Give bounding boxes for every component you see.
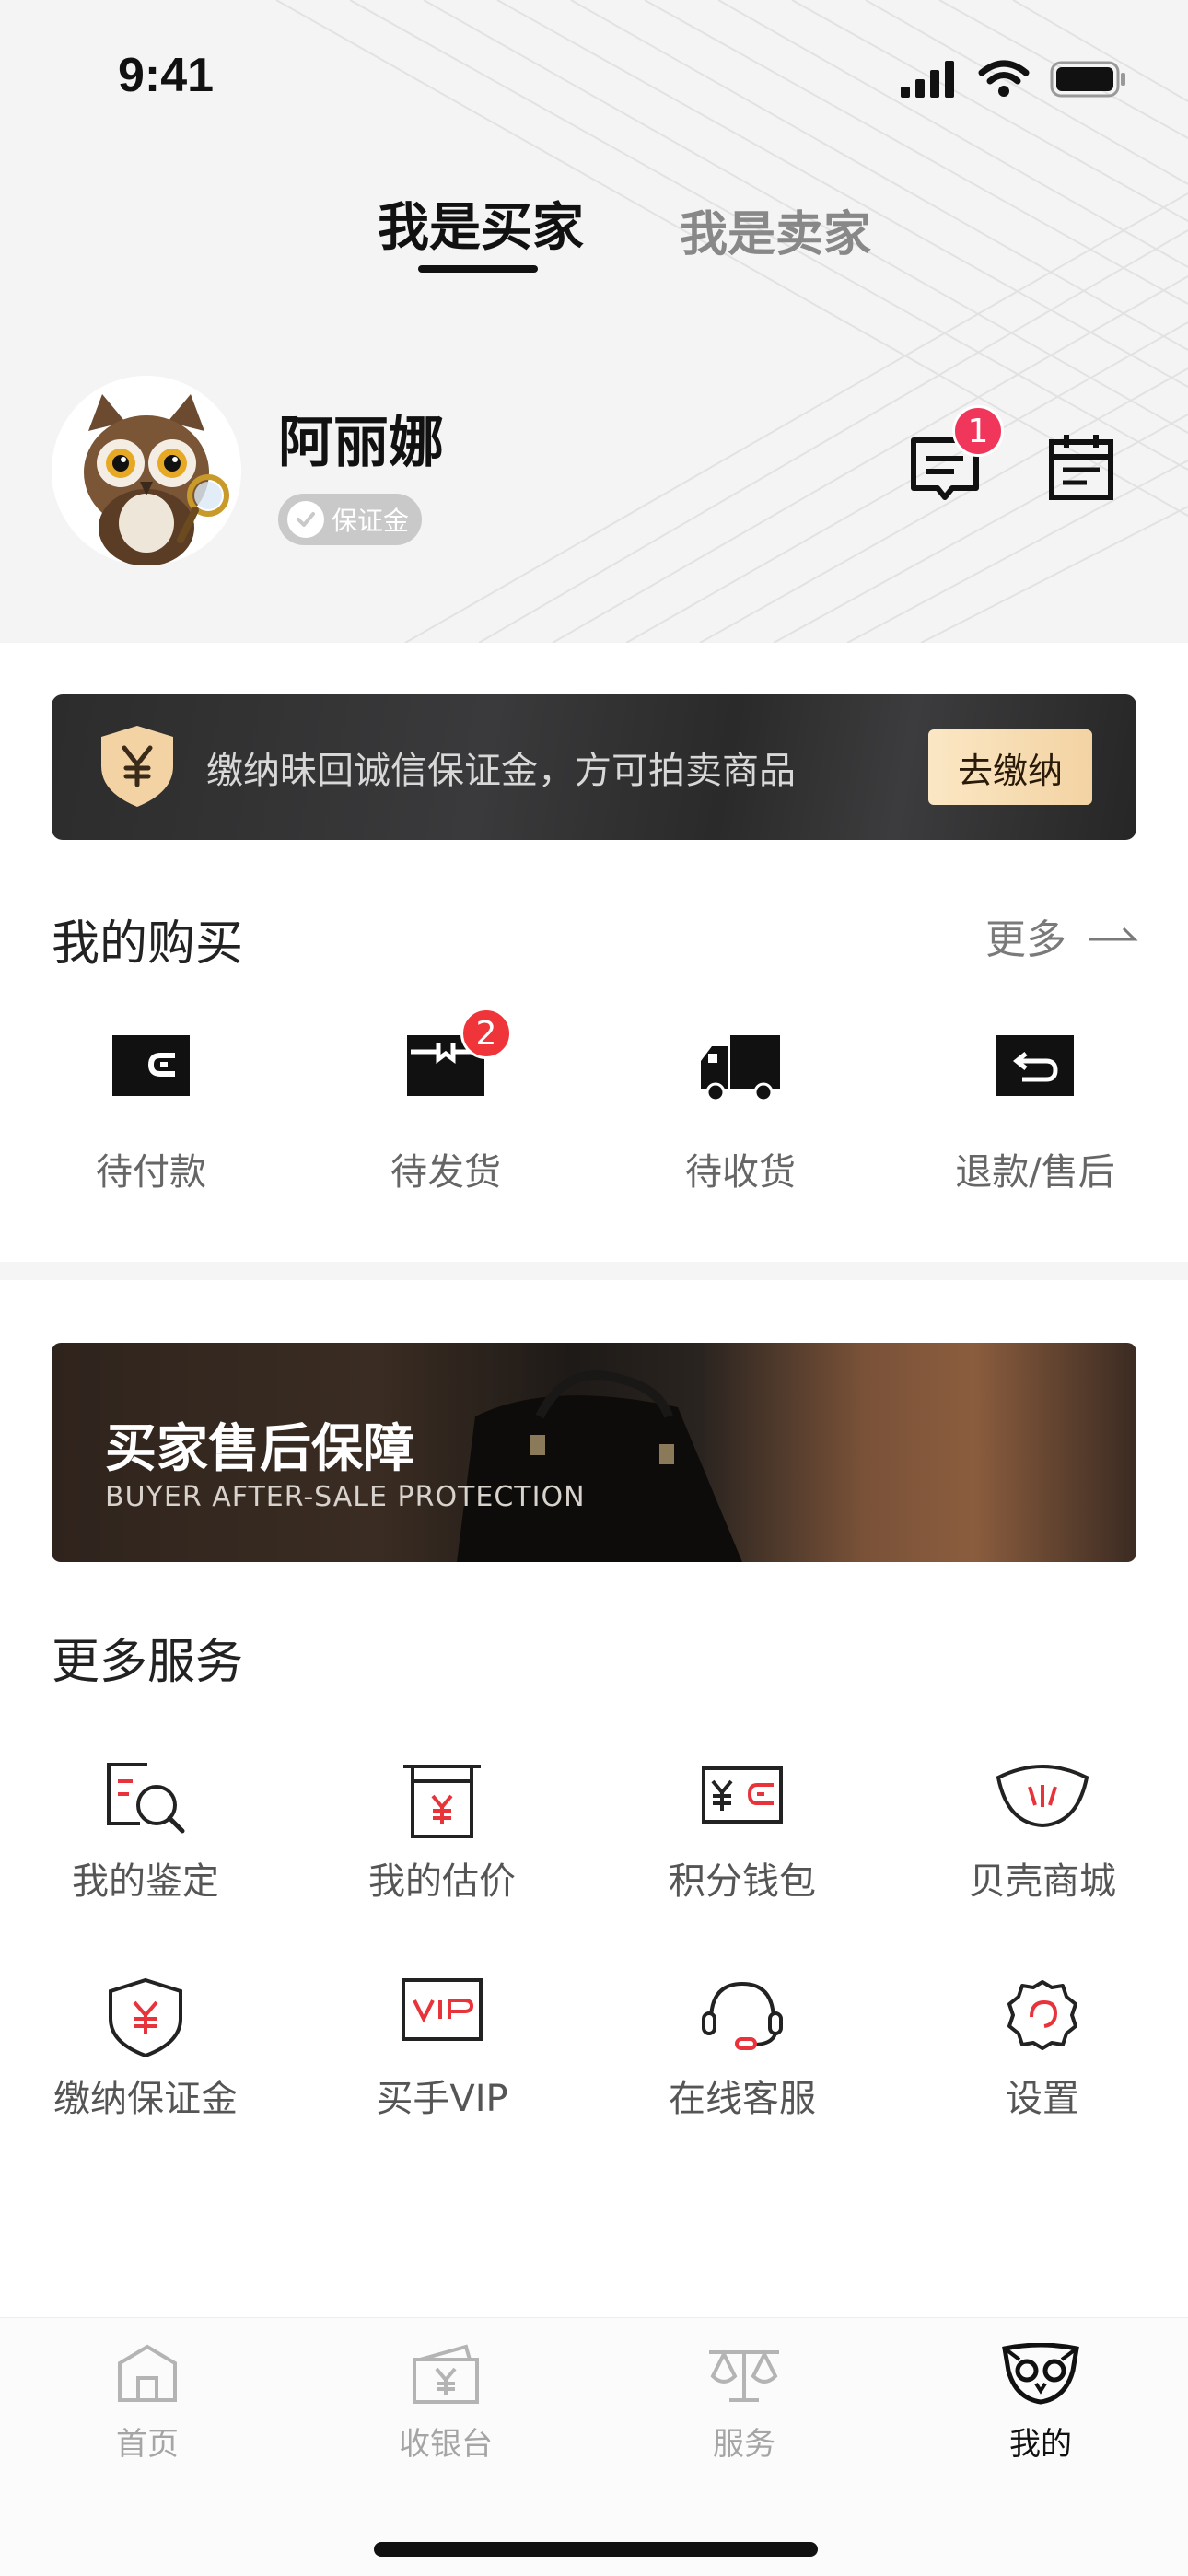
calendar-icon[interactable] bbox=[1046, 431, 1120, 505]
home-indicator[interactable] bbox=[374, 2542, 818, 2557]
tabbar-label: 收银台 bbox=[399, 2426, 493, 2463]
purchase-item-pending-receipt[interactable]: 待收货 bbox=[639, 1033, 842, 1199]
tab-seller[interactable]: 我是卖家 bbox=[680, 195, 871, 264]
section-divider bbox=[0, 1262, 1188, 1280]
deposit-banner-text: 缴纳昧回诚信保证金，方可拍卖商品 bbox=[206, 750, 796, 792]
service-settings[interactable]: 设置 bbox=[923, 1976, 1162, 2124]
purchase-item-pending-payment[interactable]: 待付款 bbox=[50, 1033, 252, 1199]
service-label: 积分钱包 bbox=[669, 1860, 816, 1903]
deposit-banner[interactable]: 缴纳昧回诚信保证金，方可拍卖商品 去缴纳 bbox=[52, 694, 1136, 840]
wifi-icon bbox=[978, 60, 1030, 97]
arrow-right-icon[interactable] bbox=[1087, 923, 1138, 945]
service-appraisal[interactable]: 我的鉴定 bbox=[26, 1759, 265, 1906]
return-icon bbox=[996, 1035, 1074, 1096]
service-deposit[interactable]: 缴纳保证金 bbox=[26, 1976, 265, 2124]
valuation-icon bbox=[403, 1765, 481, 1838]
signal-icon bbox=[901, 61, 954, 98]
scale-icon bbox=[709, 2349, 779, 2402]
battery-icon bbox=[1050, 61, 1125, 98]
service-shell-mall[interactable]: 贝壳商城 bbox=[923, 1759, 1162, 1906]
owl-avatar-icon bbox=[52, 376, 241, 565]
status-icons bbox=[901, 59, 1127, 99]
tabbar-label: 我的 bbox=[1009, 2426, 1072, 2463]
pending-shipment-count-badge: 2 bbox=[460, 1008, 512, 1059]
purchases-more-link[interactable]: 更多 bbox=[985, 906, 1066, 965]
deposit-shield-icon bbox=[109, 1977, 182, 2057]
cashier-icon bbox=[413, 2344, 479, 2404]
purchase-item-label: 待收货 bbox=[685, 1151, 796, 1194]
status-time: 9:41 bbox=[118, 49, 215, 102]
service-label: 设置 bbox=[1006, 2078, 1079, 2120]
service-label: 贝壳商城 bbox=[969, 1860, 1116, 1903]
tabbar-label: 首页 bbox=[116, 2426, 179, 2463]
protection-title: 买家售后保障 bbox=[105, 1418, 414, 1479]
verified-check-icon bbox=[287, 501, 324, 538]
settings-icon bbox=[1007, 1980, 1077, 2050]
service-valuation[interactable]: 我的估价 bbox=[322, 1759, 562, 1906]
service-label: 缴纳保证金 bbox=[53, 2078, 238, 2120]
headset-icon bbox=[702, 1981, 783, 2050]
tabbar-item-services[interactable]: 服务 bbox=[652, 2343, 836, 2463]
tabbar-label: 服务 bbox=[713, 2426, 775, 2463]
service-customer-support[interactable]: 在线客服 bbox=[623, 1976, 862, 2124]
message-count-badge: 1 bbox=[952, 405, 1004, 457]
avatar[interactable] bbox=[52, 376, 241, 565]
services-section-title: 更多服务 bbox=[52, 1635, 244, 1690]
tab-buyer[interactable]: 我是买家 bbox=[378, 186, 584, 261]
purchase-item-label: 退款/售后 bbox=[955, 1151, 1115, 1194]
pay-deposit-button[interactable]: 去缴纳 bbox=[928, 729, 1092, 805]
deposit-badge: 保证金 bbox=[278, 494, 422, 545]
wallet-icon bbox=[112, 1035, 190, 1096]
yuan-shield-icon bbox=[101, 726, 173, 807]
service-label: 我的鉴定 bbox=[72, 1860, 219, 1903]
service-vip[interactable]: 买手VIP bbox=[322, 1976, 562, 2124]
tabbar-item-cashier[interactable]: 收银台 bbox=[354, 2343, 538, 2463]
deposit-badge-label: 保证金 bbox=[332, 506, 410, 536]
handbag-image bbox=[457, 1370, 742, 1562]
tab-active-indicator bbox=[418, 265, 538, 273]
tabbar-item-home[interactable]: 首页 bbox=[55, 2343, 239, 2463]
service-points-wallet[interactable]: 积分钱包 bbox=[623, 1759, 862, 1906]
service-label: 在线客服 bbox=[669, 2078, 816, 2120]
tabbar-item-mine[interactable]: 我的 bbox=[949, 2343, 1133, 2463]
user-name: 阿丽娜 bbox=[278, 411, 444, 475]
appraisal-icon bbox=[107, 1763, 185, 1834]
profile-header: 9:41 我是买家 我是卖家 阿丽娜 保证金 1 bbox=[0, 0, 1188, 643]
truck-icon bbox=[701, 1035, 780, 1102]
purchase-item-label: 待付款 bbox=[96, 1151, 206, 1194]
buyer-protection-banner[interactable]: 买家售后保障 BUYER AFTER-SALE PROTECTION bbox=[52, 1343, 1136, 1562]
shell-mall-icon bbox=[996, 1765, 1089, 1828]
protection-subtitle: BUYER AFTER-SALE PROTECTION bbox=[105, 1481, 586, 1513]
points-wallet-icon bbox=[702, 1766, 783, 1824]
purchase-item-refund[interactable]: 退款/售后 bbox=[934, 1033, 1136, 1199]
purchase-item-label: 待发货 bbox=[390, 1151, 501, 1194]
purchases-section-title: 我的购买 bbox=[52, 916, 244, 972]
service-label: 我的估价 bbox=[368, 1860, 516, 1903]
service-label: 买手VIP bbox=[376, 2078, 508, 2120]
owl-icon bbox=[1002, 2343, 1079, 2405]
purchase-item-pending-shipment[interactable]: 待发货 bbox=[344, 1033, 547, 1199]
home-icon bbox=[118, 2344, 177, 2402]
vip-icon bbox=[402, 1978, 483, 2041]
